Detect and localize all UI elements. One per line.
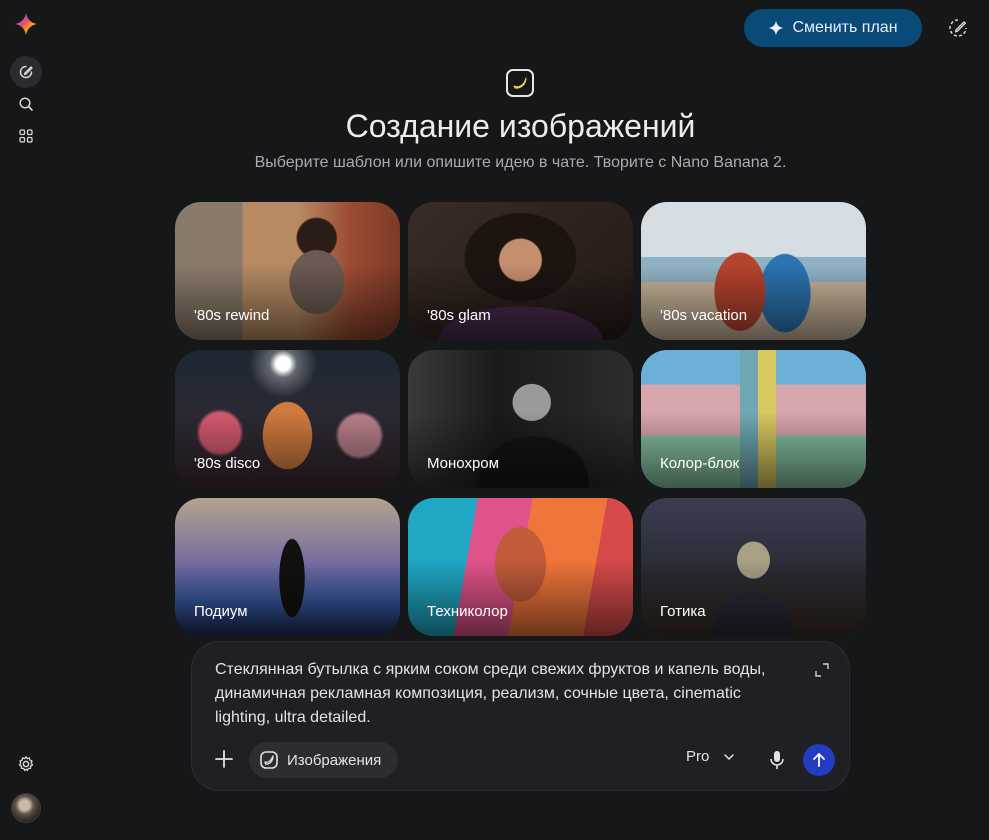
template-label: Техниколор xyxy=(427,603,508,620)
upgrade-plan-button[interactable]: Сменить план xyxy=(744,9,922,47)
avatar[interactable] xyxy=(11,793,41,823)
images-tool-label: Изображения xyxy=(287,751,382,769)
template-card-gothic[interactable]: Готика xyxy=(641,498,866,636)
template-label: Подиум xyxy=(194,603,248,620)
temporary-chat-icon[interactable] xyxy=(947,17,969,39)
template-label: Готика xyxy=(660,603,706,620)
model-selector[interactable]: Pro xyxy=(686,748,735,765)
arrow-up-icon xyxy=(813,753,825,767)
new-chat-button[interactable] xyxy=(10,56,42,88)
add-icon[interactable] xyxy=(212,747,236,771)
banana-icon xyxy=(260,751,278,769)
template-grid: '80s rewind '80s glam '80s vacation '80s… xyxy=(175,202,866,636)
sparkle-icon xyxy=(768,20,784,36)
settings-button[interactable] xyxy=(10,748,42,780)
model-label: Pro xyxy=(686,748,710,765)
template-card-80s-glam[interactable]: '80s glam xyxy=(408,202,633,340)
template-label: '80s vacation xyxy=(660,307,748,324)
template-card-runway[interactable]: Подиум xyxy=(175,498,400,636)
gear-icon xyxy=(18,756,34,772)
images-tool-chip[interactable]: Изображения xyxy=(249,742,398,778)
template-card-color-block[interactable]: Колор-блок xyxy=(641,350,866,488)
edit-icon xyxy=(19,65,33,79)
send-button[interactable] xyxy=(803,744,835,776)
mic-icon[interactable] xyxy=(767,749,787,771)
upgrade-plan-label: Сменить план xyxy=(792,19,898,36)
template-card-80s-rewind[interactable]: '80s rewind xyxy=(175,202,400,340)
chevron-down-icon xyxy=(724,753,735,760)
template-card-80s-disco[interactable]: '80s disco xyxy=(175,350,400,488)
template-card-monochrome[interactable]: Монохром xyxy=(408,350,633,488)
template-label: '80s glam xyxy=(427,307,491,324)
template-card-80s-vacation[interactable]: '80s vacation xyxy=(641,202,866,340)
page-title: Создание изображений xyxy=(345,108,696,144)
template-label: Колор-блок xyxy=(660,455,740,472)
gemini-sparkle-icon[interactable] xyxy=(14,12,38,36)
prompt-composer: Стеклянная бутылка с ярким соком среди с… xyxy=(191,641,850,791)
banana-icon xyxy=(506,69,534,97)
page-subtitle: Выберите шаблон или опишите идею в чате.… xyxy=(254,154,787,171)
expand-icon[interactable] xyxy=(815,663,829,677)
template-card-technicolor[interactable]: Техниколор xyxy=(408,498,633,636)
template-label: Монохром xyxy=(427,455,499,472)
prompt-input[interactable]: Стеклянная бутылка с ярким соком среди с… xyxy=(215,658,795,730)
template-label: '80s disco xyxy=(194,455,261,472)
template-label: '80s rewind xyxy=(194,307,270,324)
